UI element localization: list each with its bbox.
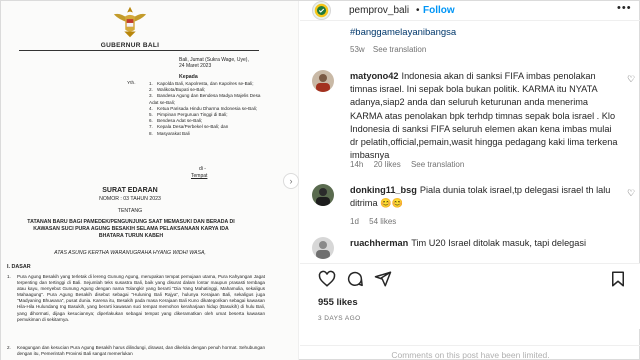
heart-icon[interactable]: ♡ [627, 74, 635, 85]
document-atas: ATAS ASUNG KERTHA WARANUGRAHA HYANG WIDH… [54, 250, 206, 256]
recipient-item: 3. Bandesa Agung dan Bendesa Madya Majeli… [149, 93, 261, 105]
document-paragraph: 2. Keagungan dan kesucian Pura Agung Bes… [7, 345, 265, 357]
document-kepada: Kepada [179, 74, 198, 80]
comment-username[interactable]: matyono42 [350, 71, 399, 81]
comment-text: Indonesia akan di sanksi FIFA imbas peno… [350, 71, 618, 161]
commenter-avatar[interactable] [312, 70, 334, 92]
document-tempat: Tempat [191, 173, 208, 179]
heart-icon[interactable] [318, 270, 336, 288]
comment-time: 14h [350, 160, 364, 169]
comment-body: matyono42 Indonesia akan di sanksi FIFA i… [350, 70, 620, 162]
post-image-document[interactable]: GUBERNUR BALI Bali, Jumat (Sukra Wage, U… [1, 1, 299, 360]
document-recipients: 1. Kapolda Bali, Kapolresta, dan Kapolres… [149, 81, 261, 137]
verified-seal-icon [314, 3, 329, 18]
more-options-icon[interactable]: ••• [617, 2, 632, 14]
document-divider [19, 50, 259, 51]
post-header: pemprov_bali • Follow ••• [300, 1, 640, 21]
comment-text: Tim U20 Israel ditolak masuk, tapi deleg… [411, 238, 587, 248]
see-translation-link[interactable]: See translation [373, 45, 426, 54]
document-date: 24 Maret 2023 [179, 63, 212, 69]
comment-meta: 14h 20 likes See translation [350, 160, 472, 169]
comment-time: 1d [350, 217, 359, 226]
document-paragraph: 1. Pura Agung Besakih yang terletak di l… [7, 274, 265, 322]
document-di: di - [199, 166, 206, 172]
post-side-panel: pemprov_bali • Follow ••• #banggamelayan… [300, 1, 640, 360]
document-governor-title: GUBERNUR BALI [100, 42, 160, 49]
profile-avatar[interactable] [312, 1, 331, 20]
comment-likes[interactable]: 54 likes [369, 217, 396, 226]
follow-button[interactable]: Follow [423, 5, 455, 16]
caption-time: 53w [350, 45, 365, 54]
comment-meta: 1d 54 likes [350, 217, 404, 226]
bookmark-icon[interactable] [609, 270, 627, 288]
comment-icon[interactable] [346, 270, 364, 288]
caption-hashtag[interactable]: #banggamelayanibangsa [350, 27, 456, 38]
recipient-item: 8. Masyarakat Bali [149, 130, 190, 136]
post-date: 3 DAYS AGO [318, 315, 361, 322]
garuda-emblem [113, 6, 147, 38]
comments-limited-notice: Comments on this post have been limited. [300, 345, 640, 360]
commenter-avatar[interactable] [312, 237, 334, 259]
document-number: NOMOR : 03 TAHUN 2023 [99, 196, 161, 202]
separator-dot: • [416, 5, 420, 16]
comment-username[interactable]: donking11_bsg [350, 185, 417, 195]
comment-likes[interactable]: 20 likes [374, 160, 401, 169]
document-subject: TATANAN BARU BAGI PAMEDEK/PENGUNJUNG SAA… [27, 219, 235, 239]
comment-item: ruachherman Tim U20 Israel ditolak masuk,… [312, 237, 632, 259]
document-tentang: TENTANG [117, 208, 143, 214]
profile-username[interactable]: pemprov_bali [349, 5, 409, 16]
comment-username[interactable]: ruachherman [350, 238, 408, 248]
comment-body: donking11_bsg Piala dunia tolak israel,tp… [350, 184, 620, 210]
caption-meta: 53w See translation [350, 45, 432, 54]
document-yth: Yth. [127, 81, 136, 86]
share-icon[interactable] [374, 270, 392, 288]
document-dasar: I. DASAR [7, 264, 31, 270]
document-heading: SURAT EDARAN [102, 187, 158, 194]
heart-icon[interactable]: ♡ [627, 188, 635, 199]
next-image-button[interactable]: › [283, 173, 299, 189]
comment-body: ruachherman Tim U20 Israel ditolak masuk,… [350, 237, 620, 250]
chevron-right-icon: › [289, 176, 293, 186]
commenter-avatar[interactable] [312, 184, 334, 206]
see-translation-link[interactable]: See translation [411, 160, 464, 169]
post-window: GUBERNUR BALI Bali, Jumat (Sukra Wage, U… [0, 0, 640, 360]
likes-count[interactable]: 955 likes [318, 297, 358, 308]
